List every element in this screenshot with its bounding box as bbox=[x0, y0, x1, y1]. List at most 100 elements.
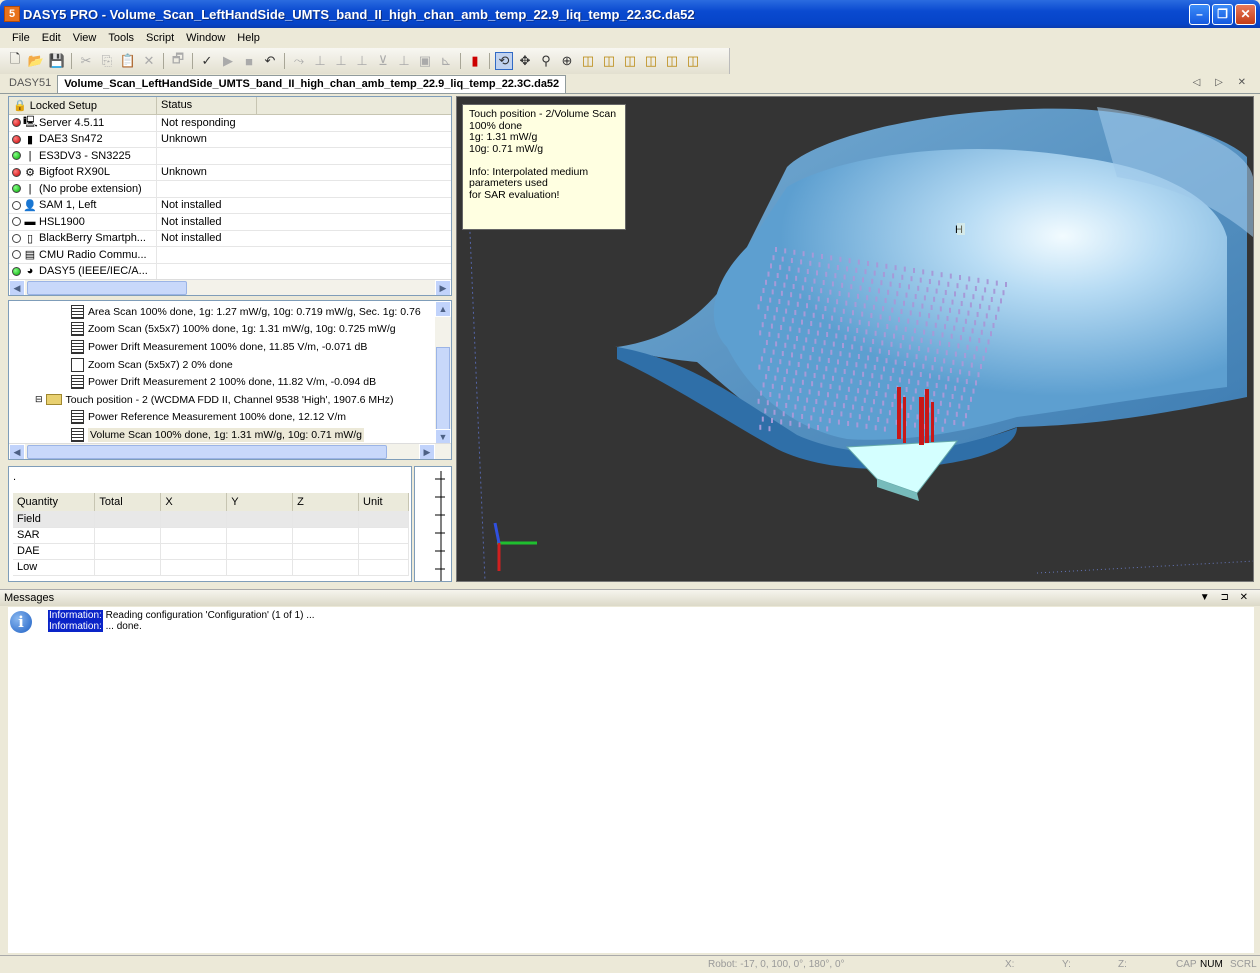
tree-item[interactable]: Power Reference Measurement 100% done, 1… bbox=[9, 409, 451, 427]
scan-point bbox=[906, 352, 909, 358]
minimize-button[interactable]: – bbox=[1189, 4, 1210, 25]
robot-home-icon[interactable]: ⊥ bbox=[311, 52, 329, 70]
quantity-row[interactable]: DAE bbox=[13, 543, 409, 560]
setup-row[interactable]: ◕ DASY5 (IEEE/IEC/A... bbox=[9, 263, 451, 280]
scan-point bbox=[984, 287, 987, 293]
menu-edit[interactable]: Edit bbox=[36, 32, 67, 44]
tab-volume-scan[interactable]: Volume_Scan_LeftHandSide_UMTS_band_II_hi… bbox=[57, 75, 567, 93]
quantity-col-header[interactable]: Y bbox=[226, 493, 294, 511]
view-right-icon[interactable]: ◫ bbox=[642, 52, 660, 70]
scan-point bbox=[841, 377, 844, 383]
scan-point bbox=[889, 281, 892, 287]
zoom-icon[interactable]: ⚲ bbox=[537, 52, 555, 70]
view-left-icon[interactable]: ◫ bbox=[621, 52, 639, 70]
scan-point bbox=[979, 303, 982, 309]
setup-row[interactable]: | ES3DV3 - SN3225 bbox=[9, 148, 451, 165]
tab-dasy51[interactable]: DASY51 bbox=[3, 75, 57, 93]
menu-file[interactable]: File bbox=[6, 32, 36, 44]
quantity-col-header[interactable]: Z bbox=[292, 493, 360, 511]
new-file-icon[interactable]: 🗋 bbox=[6, 51, 24, 70]
quantity-row[interactable]: SAR bbox=[13, 527, 409, 544]
dae-icon: ▮ bbox=[26, 133, 34, 146]
setup-item-name: CMU Radio Commu... bbox=[39, 248, 147, 261]
scan-point bbox=[1002, 290, 1005, 296]
tree-item[interactable]: Zoom Scan (5x5x7) 2 0% done bbox=[9, 356, 451, 374]
setup-row[interactable]: | (No probe extension) bbox=[9, 181, 451, 198]
center-icon[interactable]: ⊕ bbox=[558, 52, 576, 70]
robot-park-icon[interactable]: ⊥ bbox=[332, 52, 350, 70]
scan-point bbox=[854, 396, 857, 402]
setup-row[interactable]: 👤 SAM 1, Left Not installed bbox=[9, 197, 451, 214]
robot-step-icon[interactable]: ⊥ bbox=[353, 52, 371, 70]
view-top-icon[interactable]: ◫ bbox=[663, 52, 681, 70]
scan-point bbox=[858, 319, 861, 325]
tree-hscrollbar[interactable]: ◀ ▶ bbox=[9, 443, 451, 459]
menu-script[interactable]: Script bbox=[140, 32, 180, 44]
undo-icon[interactable]: ↶ bbox=[261, 52, 279, 70]
tree-item[interactable]: Zoom Scan (5x5x7) 100% done, 1g: 1.31 mW… bbox=[9, 321, 451, 339]
quantity-row[interactable]: Field bbox=[13, 511, 409, 528]
menu-tools[interactable]: Tools bbox=[102, 32, 140, 44]
scan-point bbox=[951, 394, 954, 399]
scan-point bbox=[774, 375, 777, 381]
cut-icon[interactable]: ✂ bbox=[77, 52, 95, 70]
menu-help[interactable]: Help bbox=[231, 32, 266, 44]
setup-row[interactable]: ⚙ Bigfoot RX90L Unknown bbox=[9, 164, 451, 181]
quantity-col-header[interactable]: Quantity bbox=[13, 493, 96, 511]
tree-item[interactable]: Power Drift Measurement 2 100% done, 11.… bbox=[9, 373, 451, 391]
setup-row[interactable]: ▯ BlackBerry Smartph... Not installed bbox=[9, 230, 451, 247]
status-header[interactable]: Status bbox=[157, 97, 257, 114]
open-folder-icon[interactable]: 📂 bbox=[27, 52, 45, 70]
check-icon[interactable]: ✓ bbox=[198, 52, 216, 70]
properties-icon[interactable]: 🗗 bbox=[169, 51, 187, 70]
scan-point bbox=[771, 418, 773, 423]
pan-icon[interactable]: ✥ bbox=[516, 52, 534, 70]
quantity-col-header[interactable]: Unit bbox=[358, 493, 409, 511]
rotate-view-icon[interactable]: ⟲ bbox=[495, 52, 513, 70]
robot-align-icon[interactable]: ⊻ bbox=[374, 52, 392, 70]
chart-icon[interactable]: ⊾ bbox=[437, 52, 455, 70]
paste-icon[interactable]: 📋 bbox=[119, 52, 137, 70]
quantity-row[interactable]: Low bbox=[13, 559, 409, 576]
quantity-col-header[interactable]: X bbox=[160, 493, 228, 511]
menu-view[interactable]: View bbox=[67, 32, 103, 44]
scan-point bbox=[898, 377, 901, 383]
menu-window[interactable]: Window bbox=[180, 32, 231, 44]
restore-button[interactable]: ❐ bbox=[1212, 4, 1233, 25]
tree-item[interactable]: ⊟ Touch position - 2 (WCDMA FDD II, Chann… bbox=[9, 391, 451, 409]
collapse-icon[interactable]: ⊟ bbox=[35, 394, 43, 405]
report-icon[interactable]: ▣ bbox=[416, 52, 434, 70]
tree-vscrollbar[interactable]: ▲ ▼ bbox=[435, 301, 451, 445]
close-button[interactable]: ✕ bbox=[1235, 4, 1256, 25]
stop-icon[interactable]: ■ bbox=[240, 52, 258, 70]
setup-row[interactable]: ▮ DAE3 Sn472 Unknown bbox=[9, 131, 451, 148]
setup-row[interactable]: 🖳 Server 4.5.11 Not responding bbox=[9, 115, 451, 132]
save-icon[interactable]: 💾 bbox=[48, 52, 66, 70]
view-back-icon[interactable]: ◫ bbox=[600, 52, 618, 70]
tree-item[interactable]: Volume Scan 100% done, 1g: 1.31 mW/g, 10… bbox=[9, 426, 451, 444]
setup-row[interactable]: ▤ CMU Radio Commu... bbox=[9, 247, 451, 264]
tree-item[interactable]: Power Drift Measurement 100% done, 11.85… bbox=[9, 338, 451, 356]
quantity-name: SAR bbox=[13, 527, 96, 544]
scan-point bbox=[947, 376, 950, 382]
scan-point bbox=[796, 301, 799, 307]
setup-row[interactable]: ▬ HSL1900 Not installed bbox=[9, 214, 451, 231]
view-bottom-icon[interactable]: ◫ bbox=[684, 52, 702, 70]
robot-move-icon[interactable]: ⤳ bbox=[290, 52, 308, 70]
copy-icon[interactable]: ⎘ bbox=[98, 52, 116, 70]
tree-item[interactable]: Area Scan 100% done, 1g: 1.27 mW/g, 10g:… bbox=[9, 303, 451, 321]
robot-touch-icon[interactable]: ⊥ bbox=[395, 52, 413, 70]
scan-point bbox=[993, 288, 996, 294]
setup-hscrollbar[interactable]: ◀ ▶ bbox=[9, 279, 451, 295]
view-front-icon[interactable]: ◫ bbox=[579, 52, 597, 70]
scan-point bbox=[860, 345, 863, 351]
locked-setup-header[interactable]: 🔒 Locked Setup bbox=[9, 97, 157, 114]
messages-controls[interactable]: ▼ ⊐ ✕ bbox=[1200, 592, 1252, 603]
quantity-col-header[interactable]: Total bbox=[94, 493, 162, 511]
scan-point bbox=[926, 381, 929, 387]
play-icon[interactable]: ▶ bbox=[219, 52, 237, 70]
color-scale-icon[interactable]: ▮ bbox=[466, 52, 484, 70]
delete-icon[interactable]: ✕ bbox=[140, 52, 158, 70]
scan-point bbox=[800, 353, 803, 359]
tab-controls[interactable]: ◁ ▷ ✕ bbox=[1193, 77, 1252, 88]
